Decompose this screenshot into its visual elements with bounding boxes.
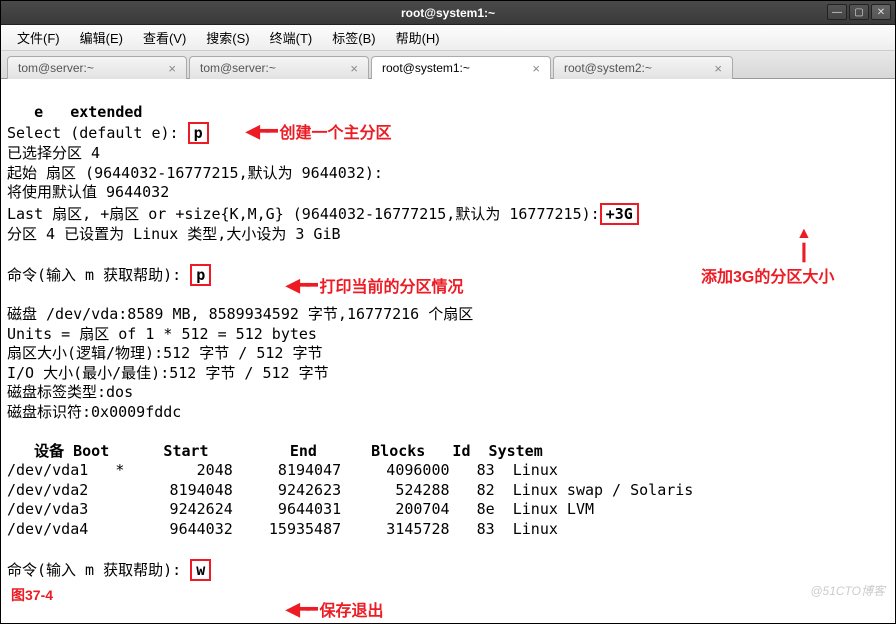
- annotation-1: ◀━━ 创建一个主分区: [246, 119, 392, 143]
- annotation-4: ◀━━ 保存退出: [286, 597, 384, 621]
- figure-label: 图37-4: [11, 585, 53, 605]
- annotation-text: 保存退出: [320, 597, 384, 621]
- tab-1[interactable]: tom@server:~ ×: [7, 56, 187, 79]
- term-line: Last 扇区, +扇区 or +size{K,M,G} (9644032-16…: [7, 205, 600, 223]
- tab-label: tom@server:~: [200, 61, 276, 75]
- term-line: Select (default e):: [7, 124, 188, 142]
- watermark: @51CTO博客: [810, 582, 885, 599]
- table-row: /dev/vda3 9242624 9644031 200704 8e Linu…: [7, 500, 594, 518]
- input-box-p2: p: [190, 264, 211, 286]
- close-button[interactable]: ✕: [871, 4, 891, 20]
- minimize-button[interactable]: —: [827, 4, 847, 20]
- tab-label: root@system2:~: [564, 61, 652, 75]
- term-line: 将使用默认值 9644032: [7, 183, 169, 201]
- tab-label: tom@server:~: [18, 61, 94, 75]
- tab-4[interactable]: root@system2:~ ×: [553, 56, 733, 79]
- term-line: I/O 大小(最小/最佳):512 字节 / 512 字节: [7, 364, 329, 382]
- term-line: 磁盘标识符:0x0009fddc: [7, 403, 181, 421]
- term-line: 扇区大小(逻辑/物理):512 字节 / 512 字节: [7, 344, 322, 362]
- menu-terminal[interactable]: 终端(T): [260, 25, 323, 50]
- annotation-3: ◀━━ 打印当前的分区情况: [286, 273, 464, 297]
- term-line: 分区 4 已设置为 Linux 类型,大小设为 3 GiB: [7, 225, 341, 243]
- window-controls: — ▢ ✕: [827, 4, 891, 20]
- menu-view[interactable]: 查看(V): [133, 25, 196, 50]
- term-line: 磁盘标签类型:dos: [7, 383, 133, 401]
- arrow-left-icon: ◀━━: [286, 275, 316, 296]
- arrow-left-icon: ◀━━: [286, 599, 316, 620]
- term-line: 已选择分区 4: [7, 144, 100, 162]
- menubar: 文件(F) 编辑(E) 查看(V) 搜索(S) 终端(T) 标签(B) 帮助(H…: [1, 25, 895, 51]
- close-icon[interactable]: ×: [350, 62, 358, 75]
- annotation-text: 添加3G的分区大小: [701, 263, 834, 287]
- maximize-button[interactable]: ▢: [849, 4, 869, 20]
- tab-3-active[interactable]: root@system1:~ ×: [371, 56, 551, 79]
- menu-file[interactable]: 文件(F): [7, 25, 70, 50]
- term-line: Units = 扇区 of 1 * 512 = 512 bytes: [7, 325, 317, 343]
- term-line: 命令(输入 m 获取帮助):: [7, 266, 190, 284]
- arrow-left-icon: ◀━━: [246, 121, 276, 142]
- tab-2[interactable]: tom@server:~ ×: [189, 56, 369, 79]
- terminal-output[interactable]: e extended Select (default e): p 已选择分区 4…: [1, 79, 895, 585]
- close-icon[interactable]: ×: [532, 62, 540, 75]
- close-icon[interactable]: ×: [168, 62, 176, 75]
- input-box-w: w: [190, 559, 211, 581]
- annotation-text: 打印当前的分区情况: [320, 273, 464, 297]
- table-row: /dev/vda1 * 2048 8194047 4096000 83 Linu…: [7, 461, 558, 479]
- menu-search[interactable]: 搜索(S): [196, 25, 259, 50]
- term-line: 命令(输入 m 获取帮助):: [7, 561, 190, 579]
- arrow-up-icon: ▲┃: [796, 225, 812, 263]
- term-line: 磁盘 /dev/vda:8589 MB, 8589934592 字节,16777…: [7, 305, 473, 323]
- table-header: 设备 Boot Start End Blocks Id System: [7, 442, 543, 460]
- titlebar: root@system1:~ — ▢ ✕: [1, 1, 895, 25]
- annotation-text: 创建一个主分区: [280, 119, 392, 143]
- input-box-size: +3G: [600, 203, 639, 225]
- menu-help[interactable]: 帮助(H): [386, 25, 450, 50]
- input-box-p: p: [188, 122, 209, 144]
- tab-label: root@system1:~: [382, 61, 470, 75]
- term-line: 起始 扇区 (9644032-16777215,默认为 9644032):: [7, 164, 383, 182]
- annotation-2: 添加3G的分区大小: [701, 263, 834, 287]
- tabbar: tom@server:~ × tom@server:~ × root@system1…: [1, 51, 895, 79]
- close-icon[interactable]: ×: [714, 62, 722, 75]
- window-title: root@system1:~: [401, 6, 495, 20]
- menu-edit[interactable]: 编辑(E): [70, 25, 133, 50]
- table-row: /dev/vda4 9644032 15935487 3145728 83 Li…: [7, 520, 558, 538]
- term-line: e extended: [7, 103, 142, 121]
- menu-tabs[interactable]: 标签(B): [322, 25, 385, 50]
- table-row: /dev/vda2 8194048 9242623 524288 82 Linu…: [7, 481, 693, 499]
